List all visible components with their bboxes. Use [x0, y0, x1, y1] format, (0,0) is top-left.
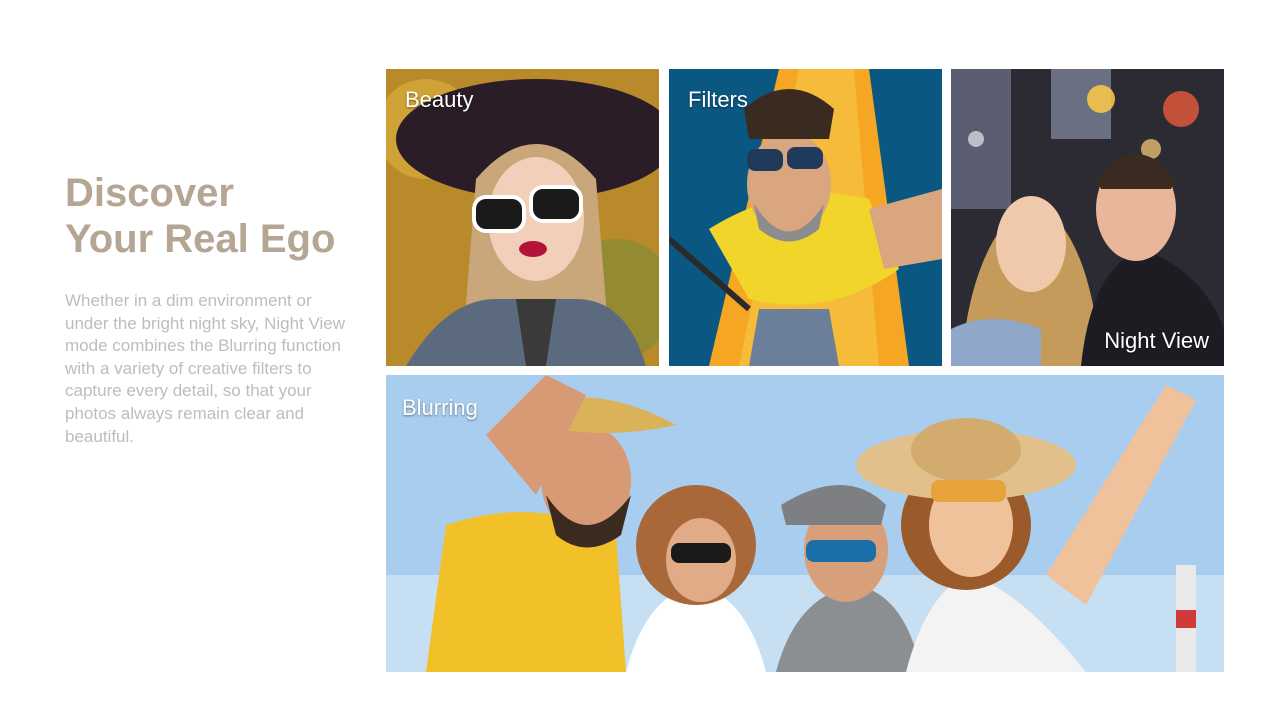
slide-headline: Discover Your Real Ego	[65, 170, 365, 262]
photo-tile-beauty: Beauty	[386, 69, 659, 366]
slide-body-text: Whether in a dim environment or under th…	[65, 291, 346, 446]
beauty-photo	[386, 69, 659, 366]
photo-tile-filters: Filters	[669, 69, 942, 366]
headline-line-1: Discover	[65, 171, 234, 215]
filters-photo	[669, 69, 942, 366]
tile-label-beauty: Beauty	[405, 87, 474, 112]
headline-line-2: Your Real Ego	[65, 217, 336, 261]
photo-tile-night-view: Night View	[951, 69, 1224, 366]
photo-tile-blurring: Blurring	[386, 375, 1224, 672]
blurring-photo	[386, 375, 1224, 672]
tile-label-night-view: Night View	[1104, 328, 1209, 353]
night-view-photo	[951, 69, 1224, 366]
tile-label-filters: Filters	[688, 87, 748, 112]
tile-label-blurring: Blurring	[402, 395, 478, 420]
